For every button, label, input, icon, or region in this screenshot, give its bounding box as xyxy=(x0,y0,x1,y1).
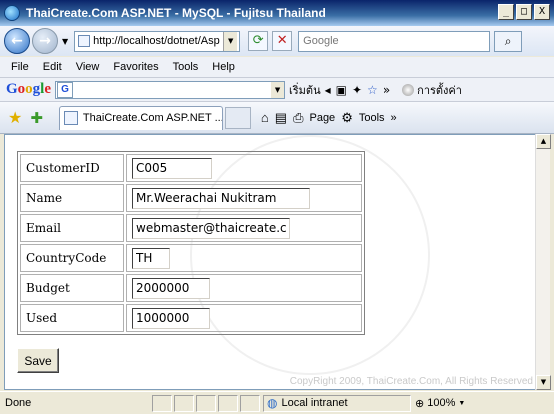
search-input[interactable]: Google xyxy=(298,30,491,52)
field-label: CountryCode xyxy=(20,244,124,272)
name-input[interactable] xyxy=(132,187,310,209)
customer-form-table: CustomerID Name Email CountryCode Budget… xyxy=(17,151,365,335)
google-search-dropdown-icon[interactable]: ▼ xyxy=(271,81,285,98)
field-label: Name xyxy=(20,184,124,212)
menu-file[interactable]: File xyxy=(4,61,36,73)
table-row: Budget xyxy=(20,274,362,302)
status-cell xyxy=(196,394,216,412)
status-bar: Done ◍ Local intranet ⊕ 100% ▼ xyxy=(0,391,554,414)
google-tools: ◂ ▣ ✦ ☆ » xyxy=(325,83,391,97)
menu-favorites[interactable]: Favorites xyxy=(106,61,165,73)
stop-button[interactable]: ✕ xyxy=(272,31,293,51)
google-search-input[interactable]: G ▼ xyxy=(55,80,286,99)
field-label: Budget xyxy=(20,274,124,302)
gear-icon[interactable]: ⚙ xyxy=(341,110,353,126)
tab-page-icon xyxy=(63,111,78,125)
scroll-up-icon[interactable]: ▲ xyxy=(536,134,551,149)
more-tools-icon[interactable]: » xyxy=(383,83,390,97)
table-row: CustomerID xyxy=(20,154,362,182)
customer-id-input[interactable] xyxy=(132,157,212,179)
address-row: ← → ▼ http://localhost/dotnet/Asp ▼ ⟳ ✕ … xyxy=(0,26,554,56)
back-button[interactable]: ← xyxy=(4,28,30,54)
country-code-input[interactable] xyxy=(132,247,170,269)
table-row: CountryCode xyxy=(20,244,362,272)
star-icon[interactable]: ☆ xyxy=(367,83,378,97)
zoom-icon: ⊕ xyxy=(415,397,425,410)
menu-help[interactable]: Help xyxy=(205,61,242,73)
field-label: Used xyxy=(20,304,124,332)
budget-input[interactable] xyxy=(132,277,210,299)
google-logo: Google xyxy=(6,81,52,97)
table-row: Used xyxy=(20,304,362,332)
search-button[interactable]: ⌕ xyxy=(494,30,523,52)
favorites-star-icon[interactable]: ★ xyxy=(8,108,22,127)
settings-icon xyxy=(402,83,415,96)
google-settings-button[interactable]: การตั้งค่า xyxy=(402,81,462,99)
print-icon[interactable]: ⎙ xyxy=(293,110,303,126)
page-content: CustomerID Name Email CountryCode Budget… xyxy=(4,134,535,390)
table-row: Name xyxy=(20,184,362,212)
tab-label: ThaiCreate.Com ASP.NET ... xyxy=(82,112,223,124)
google-settings-label: การตั้งค่า xyxy=(417,83,462,97)
tab-row: ★ ✚ ThaiCreate.Com ASP.NET ... ⌂ ▤ ⎙ Pag… xyxy=(0,102,554,134)
zone-label: Local intranet xyxy=(281,397,348,409)
google-g-icon: G xyxy=(57,81,74,98)
zoom-control[interactable]: ⊕ 100% ▼ xyxy=(415,395,499,412)
google-toolbar: Google G ▼ เริ่มต้น ◂ ▣ ✦ ☆ » การตั้งค่า xyxy=(0,78,554,102)
scroll-down-icon[interactable]: ▼ xyxy=(536,375,551,390)
menu-edit[interactable]: Edit xyxy=(36,61,69,73)
command-bar: ⌂ ▤ ⎙ Page ⚙ Tools » xyxy=(261,110,397,126)
copyright-text: CopyRight 2009, ThaiCreate.Com, All Righ… xyxy=(289,376,533,387)
save-button[interactable]: Save xyxy=(17,348,59,373)
used-input[interactable] xyxy=(132,307,210,329)
tools-menu[interactable]: Tools xyxy=(359,112,385,124)
email-input[interactable] xyxy=(132,217,290,239)
recent-pages-dropdown-icon[interactable]: ▼ xyxy=(62,37,68,46)
home-icon[interactable]: ⌂ xyxy=(261,110,269,125)
menu-view[interactable]: View xyxy=(69,61,107,73)
status-text: Done xyxy=(5,397,32,409)
image-icon[interactable]: ▣ xyxy=(336,83,347,97)
status-cell xyxy=(240,394,260,412)
ie-logo-icon xyxy=(4,5,20,21)
more-commands-icon[interactable]: » xyxy=(391,112,397,124)
window-title: ThaiCreate.Com ASP.NET - MySQL - Fujitsu… xyxy=(26,6,326,20)
field-label: CustomerID xyxy=(20,154,124,182)
zoom-level: 100% xyxy=(427,397,456,409)
tab-active[interactable]: ThaiCreate.Com ASP.NET ... xyxy=(58,105,223,130)
page-icon xyxy=(78,35,91,47)
puzzle-icon[interactable]: ✦ xyxy=(352,83,362,97)
vertical-scrollbar[interactable]: ▲ ▼ xyxy=(535,134,551,390)
search-icon: ⌕ xyxy=(504,33,512,48)
menu-tools[interactable]: Tools xyxy=(166,61,206,73)
address-url[interactable]: http://localhost/dotnet/Asp xyxy=(93,35,223,47)
minimize-button[interactable]: _ xyxy=(498,4,514,20)
address-bar[interactable]: http://localhost/dotnet/Asp ▼ xyxy=(74,30,241,52)
menu-bar: File Edit View Favorites Tools Help xyxy=(0,57,554,78)
arrow-icon[interactable]: ◂ xyxy=(325,83,331,97)
security-zone[interactable]: ◍ Local intranet xyxy=(263,394,411,412)
feeds-icon[interactable]: ▤ xyxy=(275,110,287,126)
status-cell xyxy=(174,394,194,412)
google-start-button[interactable]: เริ่มต้น xyxy=(289,81,321,99)
globe-icon: ◍ xyxy=(267,396,278,410)
new-tab-button[interactable] xyxy=(224,106,251,129)
field-label: Email xyxy=(20,214,124,242)
maximize-button[interactable]: □ xyxy=(516,4,532,20)
window-controls: _ □ X xyxy=(498,4,550,20)
title-bar: ThaiCreate.Com ASP.NET - MySQL - Fujitsu… xyxy=(0,0,554,26)
add-favorites-icon[interactable]: ✚ xyxy=(30,109,43,127)
table-row: Email xyxy=(20,214,362,242)
page-menu[interactable]: Page xyxy=(309,112,335,124)
address-dropdown-icon[interactable]: ▼ xyxy=(223,31,238,51)
refresh-button[interactable]: ⟳ xyxy=(248,31,269,51)
status-cell xyxy=(152,394,172,412)
zoom-dropdown-icon[interactable]: ▼ xyxy=(458,400,465,407)
status-cell xyxy=(218,394,238,412)
forward-button[interactable]: → xyxy=(32,28,58,54)
close-button[interactable]: X xyxy=(534,4,550,20)
